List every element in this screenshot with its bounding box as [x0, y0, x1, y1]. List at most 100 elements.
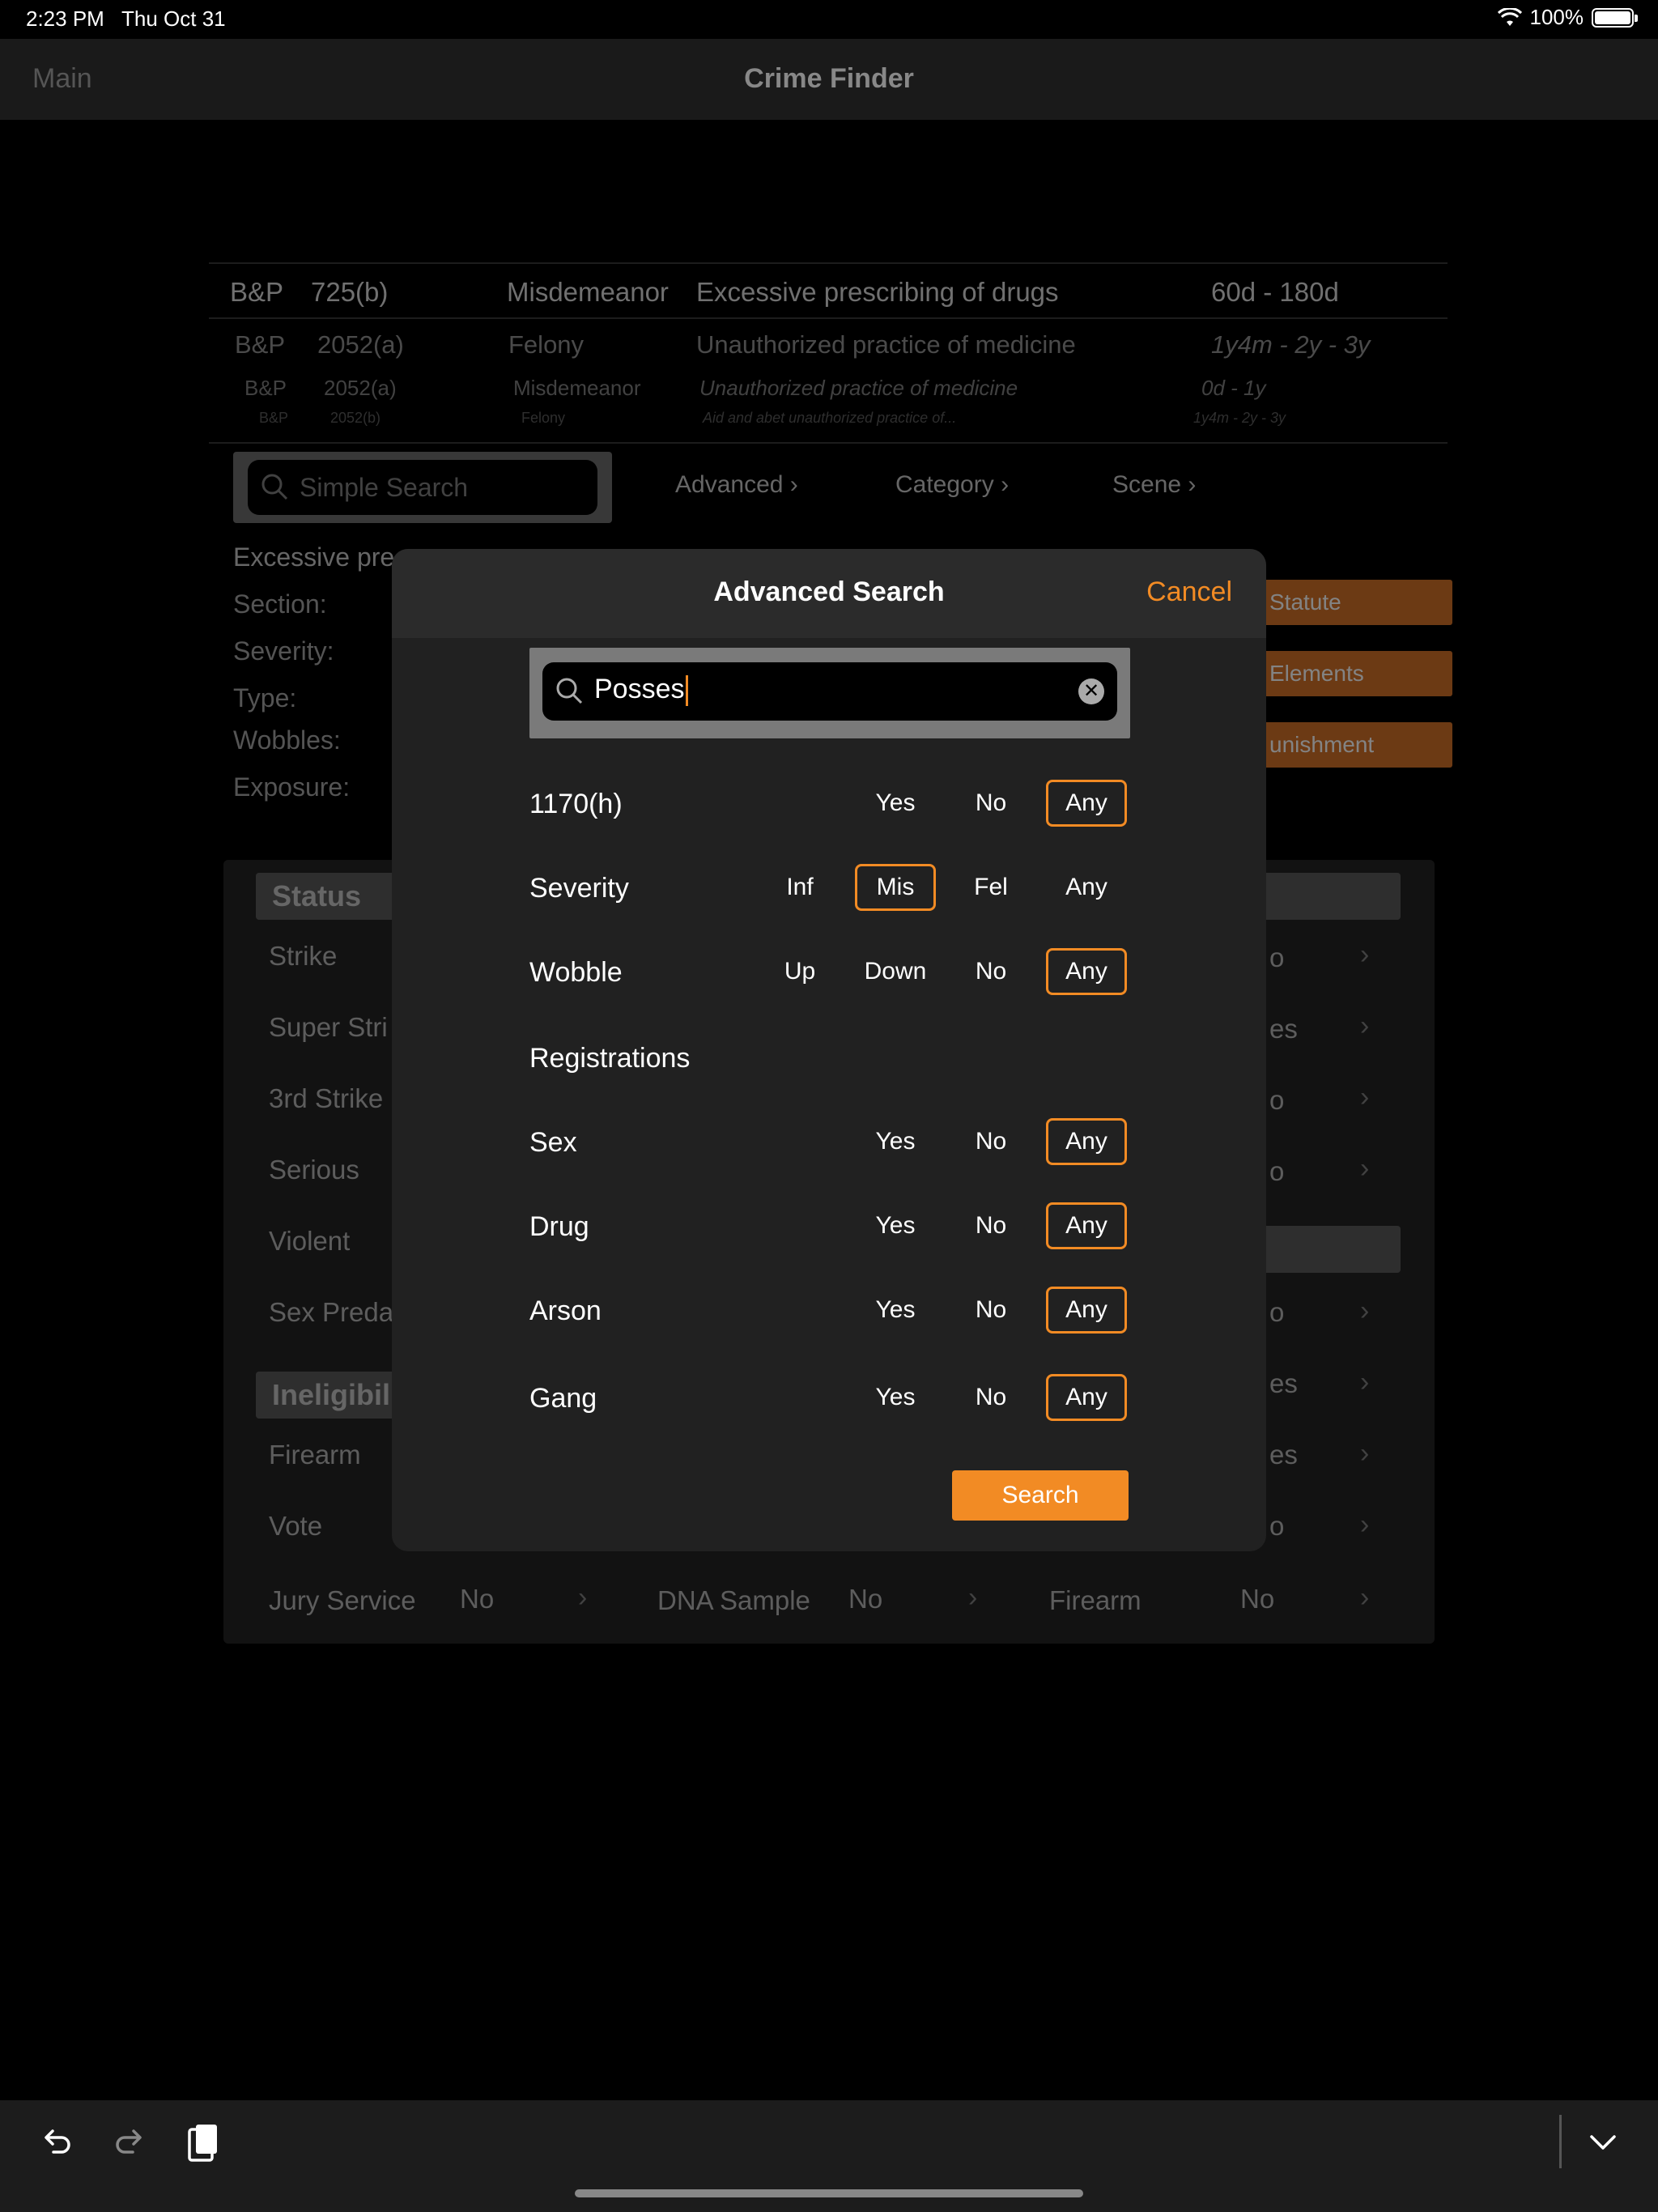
firearm-bottom-label[interactable]: Firearm — [1049, 1585, 1141, 1616]
picker-sentence: 60d - 180d — [1211, 277, 1339, 307]
option-1170h-any[interactable]: Any — [1046, 780, 1127, 827]
serious-row-label[interactable]: Serious — [269, 1155, 359, 1185]
search-icon — [556, 678, 583, 704]
option-sex-no[interactable]: No — [950, 1118, 1031, 1165]
statute-button[interactable]: Statute — [1247, 580, 1452, 625]
option-drug-yes[interactable]: Yes — [855, 1202, 936, 1249]
ineligible-section-header: Ineligibil — [256, 1372, 410, 1419]
picker-selection-line — [209, 317, 1448, 319]
third-strike-row-label[interactable]: 3rd Strike — [269, 1083, 383, 1114]
jury-service-label[interactable]: Jury Service — [269, 1585, 416, 1616]
right-value: o — [1269, 942, 1285, 972]
dna-sample-label[interactable]: DNA Sample — [657, 1585, 810, 1616]
sex-predator-row-label[interactable]: Sex Preda — [269, 1297, 393, 1328]
picker-top-line — [209, 262, 1448, 264]
picker-section: 2052(a) — [317, 330, 404, 359]
chevron-right-icon: › — [1360, 1082, 1370, 1112]
right-value: es — [1269, 1014, 1298, 1044]
search-button[interactable]: Search — [952, 1470, 1129, 1521]
option-drug-any[interactable]: Any — [1046, 1202, 1127, 1249]
option-arson-yes[interactable]: Yes — [855, 1287, 936, 1334]
option-sex-any[interactable]: Any — [1046, 1118, 1127, 1165]
picker-description: Excessive prescribing of drugs — [696, 277, 1059, 307]
simple-search-placeholder: Simple Search — [300, 473, 469, 502]
option-gang-yes[interactable]: Yes — [855, 1374, 936, 1421]
option-wobble-any[interactable]: Any — [1046, 948, 1127, 995]
modal-search-input[interactable]: Posses ✕ — [542, 662, 1117, 721]
option-sex-yes[interactable]: Yes — [855, 1118, 936, 1165]
option-arson-any[interactable]: Any — [1046, 1287, 1127, 1334]
cancel-button[interactable]: Cancel — [1146, 576, 1232, 608]
section-label: Section: — [233, 589, 327, 619]
wobbles-label: Wobbles: — [233, 725, 341, 755]
status-section-header: Status — [256, 873, 410, 920]
type-label: Type: — [233, 683, 297, 713]
picker-sentence: 1y4m - 2y - 3y — [1211, 330, 1371, 359]
firearm-row-label[interactable]: Firearm — [269, 1440, 361, 1470]
vote-row-label[interactable]: Vote — [269, 1511, 322, 1542]
category-link[interactable]: Category › — [895, 471, 1009, 499]
chevron-right-icon: › — [1360, 1367, 1370, 1397]
status-section-header-right — [1258, 873, 1401, 920]
strike-row-label[interactable]: Strike — [269, 941, 337, 972]
chevron-right-icon: › — [1001, 471, 1010, 498]
picker-code: B&P — [230, 277, 284, 307]
row-label-wobble: Wobble — [529, 957, 623, 988]
super-strike-row-label[interactable]: Super Stri — [269, 1012, 388, 1043]
advanced-link-label: Advanced — [675, 471, 784, 498]
scene-link-label: Scene — [1112, 471, 1182, 498]
chevron-right-icon: › — [1360, 939, 1370, 970]
clear-icon[interactable]: ✕ — [1078, 678, 1104, 704]
option-gang-any[interactable]: Any — [1046, 1374, 1127, 1421]
exposure-label: Exposure: — [233, 772, 351, 802]
row-label-severity: Severity — [529, 873, 629, 904]
home-indicator[interactable] — [575, 2189, 1083, 2197]
detail-title: Excessive pre — [233, 542, 395, 572]
simple-search-input[interactable]: Simple Search — [248, 460, 597, 515]
picker-severity: Felony — [521, 410, 566, 426]
row-label-arson: Arson — [529, 1295, 602, 1326]
option-arson-no[interactable]: No — [950, 1287, 1031, 1334]
advanced-search-modal: Advanced Search Cancel Posses ✕ 1170(h) … — [392, 549, 1266, 1551]
option-wobble-up[interactable]: Up — [759, 948, 840, 995]
text-caret — [685, 675, 688, 707]
toolbar-divider — [1559, 2115, 1562, 2168]
right-value: o — [1269, 1297, 1285, 1327]
option-wobble-no[interactable]: No — [950, 948, 1031, 995]
chevron-right-icon: › — [1188, 471, 1197, 498]
option-severity-mis[interactable]: Mis — [855, 864, 936, 911]
chevron-right-icon: › — [789, 471, 798, 498]
row-label-sex: Sex — [529, 1127, 577, 1158]
option-1170h-no[interactable]: No — [950, 780, 1031, 827]
section-header-right — [1258, 1226, 1401, 1273]
paste-icon[interactable] — [183, 2123, 222, 2165]
search-icon — [261, 474, 288, 500]
option-severity-any[interactable]: Any — [1046, 864, 1127, 911]
right-value: es — [1269, 1368, 1298, 1398]
option-wobble-down[interactable]: Down — [855, 948, 936, 995]
picker-description: Unauthorized practice of medicine — [699, 376, 1018, 400]
option-1170h-yes[interactable]: Yes — [855, 780, 936, 827]
picker-severity: Misdemeanor — [507, 277, 669, 307]
jury-service-value: No — [460, 1584, 495, 1614]
violent-row-label[interactable]: Violent — [269, 1226, 350, 1257]
option-severity-fel[interactable]: Fel — [950, 864, 1031, 911]
option-severity-inf[interactable]: Inf — [759, 864, 840, 911]
chevron-down-icon[interactable] — [1585, 2125, 1621, 2160]
advanced-link[interactable]: Advanced › — [675, 471, 798, 499]
row-label-1170h: 1170(h) — [529, 789, 623, 819]
elements-button[interactable]: Elements — [1247, 651, 1452, 696]
undo-icon[interactable] — [37, 2123, 76, 2162]
right-value: o — [1269, 1156, 1285, 1186]
redo-icon[interactable] — [110, 2123, 149, 2162]
chevron-right-icon: › — [1360, 1295, 1370, 1326]
chevron-right-icon: › — [1360, 1509, 1370, 1540]
picker-section: 2052(a) — [324, 376, 397, 400]
scene-link[interactable]: Scene › — [1112, 471, 1196, 499]
category-link-label: Category — [895, 471, 994, 498]
punishment-button[interactable]: unishment — [1247, 722, 1452, 768]
picker-section: 2052(b) — [330, 410, 381, 426]
picker-code: B&P — [235, 330, 286, 359]
option-gang-no[interactable]: No — [950, 1374, 1031, 1421]
option-drug-no[interactable]: No — [950, 1202, 1031, 1249]
